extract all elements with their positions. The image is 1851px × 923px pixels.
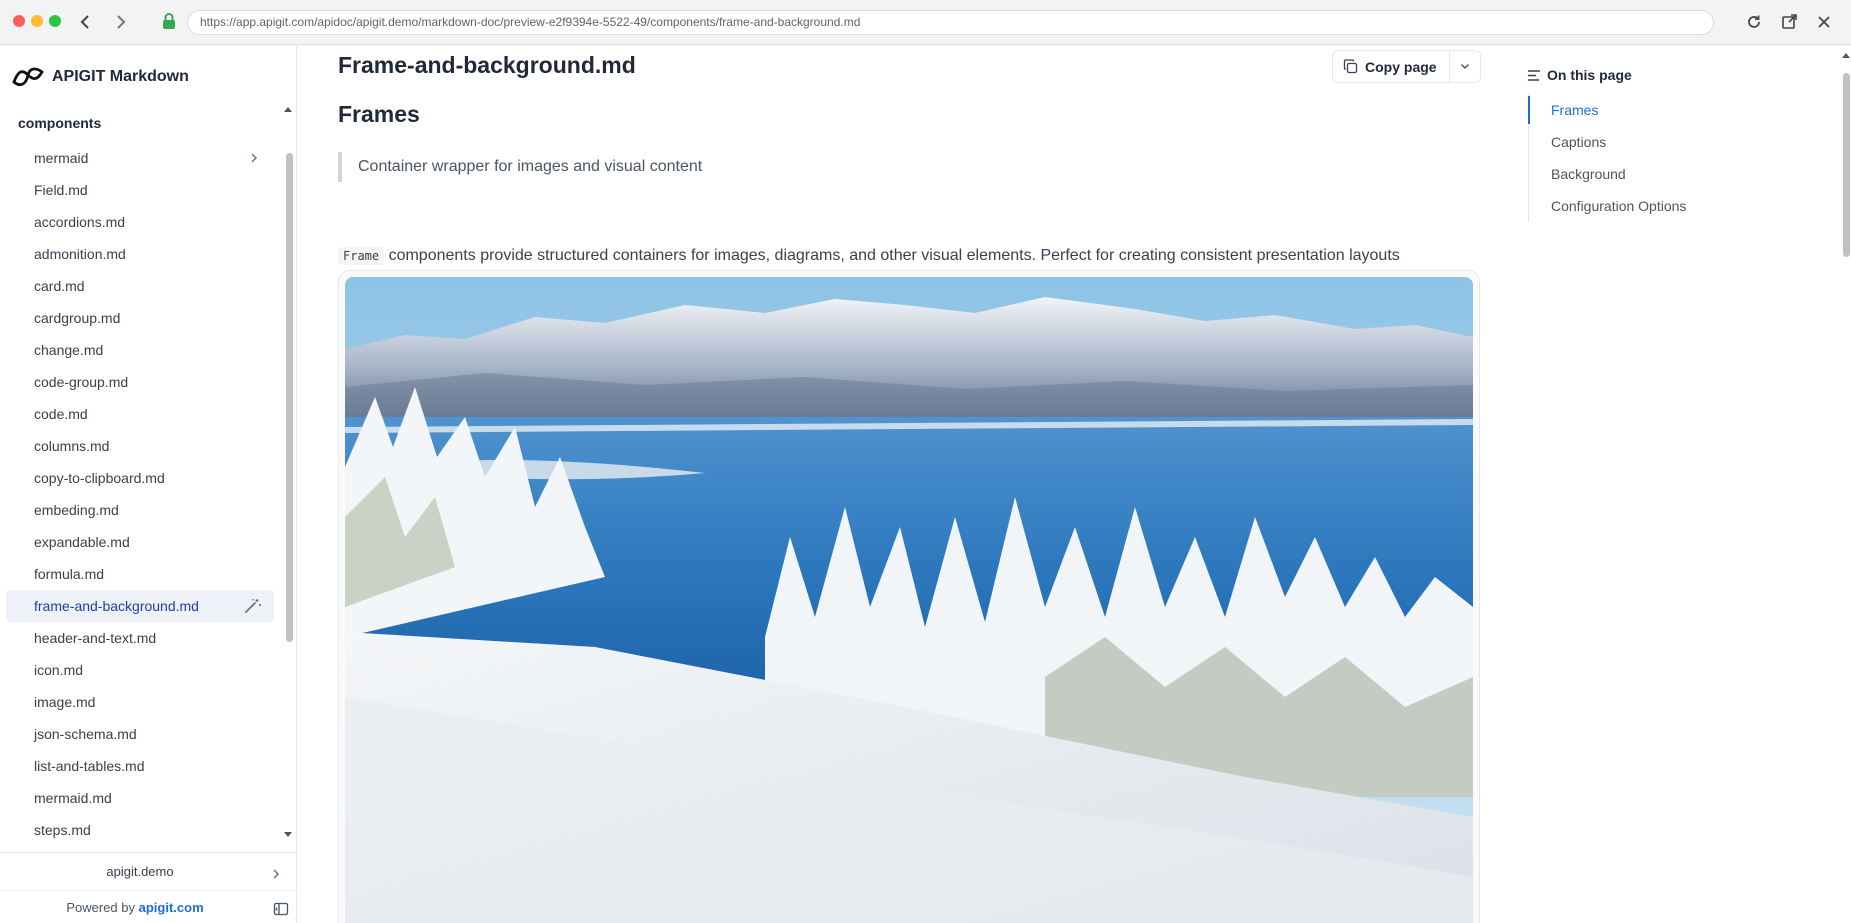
sidebar-item-mermaid-folder[interactable]: mermaid: [6, 142, 274, 174]
sidebar-item-code[interactable]: code.md: [6, 398, 274, 430]
divider: [0, 890, 297, 891]
copy-page-label: Copy page: [1365, 58, 1437, 75]
reload-icon[interactable]: [1742, 10, 1766, 34]
sidebar-item-code-group[interactable]: code-group.md: [6, 366, 274, 398]
sidebar-item-card[interactable]: card.md: [6, 270, 274, 302]
back-arrow-icon[interactable]: [72, 9, 98, 35]
powered-by-prefix: Powered by: [66, 900, 135, 915]
sidebar-item-cardgroup[interactable]: cardgroup.md: [6, 302, 274, 334]
inline-code: Frame: [338, 247, 385, 265]
section-heading-frames: Frames: [338, 101, 420, 127]
sidebar-item-change[interactable]: change.md: [6, 334, 274, 366]
sidebar-item-copy-to-clipboard[interactable]: copy-to-clipboard.md: [6, 462, 274, 494]
sidebar-item-label: mermaid: [34, 150, 89, 166]
sidebar-item-mermaid-md[interactable]: mermaid.md: [6, 782, 274, 814]
sidebar-item-json-schema[interactable]: json-schema.md: [6, 718, 274, 750]
sidebar-section-components[interactable]: components: [18, 115, 101, 131]
toc-item-frames[interactable]: Frames: [1528, 94, 1788, 126]
close-icon[interactable]: [1812, 10, 1836, 34]
toc-item-configuration-options[interactable]: Configuration Options: [1529, 190, 1788, 222]
toc-header: On this page: [1528, 64, 1828, 86]
sidebar-scroll-down-arrow[interactable]: [284, 832, 292, 837]
sidebar-scrollbar-thumb[interactable]: [286, 153, 293, 642]
powered-by-link[interactable]: apigit.com: [139, 900, 204, 915]
page-scroll-up-arrow[interactable]: [1842, 53, 1850, 58]
copy-page-button[interactable]: Copy page: [1333, 51, 1450, 82]
window-maximize-dot[interactable]: [49, 15, 61, 27]
magic-wand-icon[interactable]: [244, 598, 262, 614]
list-icon: [1528, 69, 1540, 81]
divider: [0, 852, 297, 853]
address-bar[interactable]: https://app.apigit.com/apidoc/apigit.dem…: [187, 10, 1714, 35]
sidebar-item-list-and-tables[interactable]: list-and-tables.md: [6, 750, 274, 782]
sidebar-item-label: image.md: [34, 694, 96, 710]
sidebar-item-admonition[interactable]: admonition.md: [6, 238, 274, 270]
sidebar-item-label: header-and-text.md: [34, 630, 157, 646]
sidebar-item-embeding[interactable]: embeding.md: [6, 494, 274, 526]
brand-name: APIGIT Markdown: [52, 68, 189, 85]
toc-title: On this page: [1547, 67, 1632, 83]
powered-by: Powered by apigit.com: [0, 900, 270, 915]
sidebar-item-label: json-schema.md: [34, 726, 137, 742]
sidebar-scroll-up-arrow[interactable]: [284, 107, 292, 112]
sidebar-item-label: columns.md: [34, 438, 110, 454]
forward-arrow-icon[interactable]: [108, 9, 134, 35]
sidebar-item-label: change.md: [34, 342, 104, 358]
toc-item-captions[interactable]: Captions: [1529, 126, 1788, 158]
sidebar-item-label: mermaid.md: [34, 790, 112, 806]
sidebar: APIGIT Markdown components mermaid Field…: [0, 46, 297, 923]
open-external-icon[interactable]: [1777, 10, 1801, 34]
sidebar-item-label: icon.md: [34, 662, 84, 678]
sidebar-item-steps[interactable]: steps.md: [6, 814, 274, 846]
copy-page-dropdown[interactable]: [1450, 51, 1480, 82]
copy-page-group: Copy page: [1332, 50, 1481, 83]
sidebar-item-accordions[interactable]: accordions.md: [6, 206, 274, 238]
sidebar-item-label: Field.md: [34, 182, 88, 198]
org-name: apigit.demo: [106, 864, 174, 879]
sidebar-item-label: list-and-tables.md: [34, 758, 145, 774]
chevron-right-icon: [273, 869, 280, 879]
apigit-logo-icon: [12, 67, 44, 87]
lock-icon: [162, 12, 180, 32]
sidebar-nav-list: mermaid Field.md accordions.md admonitio…: [6, 142, 274, 846]
sidebar-item-frame-and-background[interactable]: frame-and-background.md: [6, 590, 274, 622]
window-close-dot[interactable]: [13, 15, 25, 27]
sidebar-item-image[interactable]: image.md: [6, 686, 274, 718]
sidebar-item-label: expandable.md: [34, 534, 130, 550]
sidebar-item-label: frame-and-background.md: [34, 598, 199, 614]
page-title: Frame-and-background.md: [338, 52, 636, 78]
sidebar-collapse-icon[interactable]: [273, 901, 289, 917]
window-minimize-dot[interactable]: [31, 15, 43, 27]
org-switcher[interactable]: apigit.demo: [0, 858, 297, 886]
toc-item-background[interactable]: Background: [1529, 158, 1788, 190]
sidebar-item-label: cardgroup.md: [34, 310, 121, 326]
sidebar-item-header-and-text[interactable]: header-and-text.md: [6, 622, 274, 654]
sidebar-item-label: copy-to-clipboard.md: [34, 470, 165, 486]
on-this-page-toc: On this page Frames Captions Background …: [1528, 64, 1828, 222]
sidebar-item-label: accordions.md: [34, 214, 126, 230]
sidebar-item-columns[interactable]: columns.md: [6, 430, 274, 462]
frame-container: [338, 270, 1480, 923]
sidebar-item-expandable[interactable]: expandable.md: [6, 526, 274, 558]
chevron-down-icon: [1460, 64, 1469, 69]
page-scrollbar-thumb[interactable]: [1843, 73, 1850, 257]
toc-list: Frames Captions Background Configuration…: [1528, 94, 1788, 222]
sidebar-item-label: embeding.md: [34, 502, 119, 518]
sidebar-item-label: code.md: [34, 406, 88, 422]
landscape-image: [345, 277, 1473, 923]
sidebar-item-label: code-group.md: [34, 374, 129, 390]
sidebar-item-icon[interactable]: icon.md: [6, 654, 274, 686]
brand[interactable]: APIGIT Markdown: [12, 62, 189, 92]
blockquote: Container wrapper for images and visual …: [338, 152, 702, 182]
sidebar-item-formula[interactable]: formula.md: [6, 558, 274, 590]
copy-icon: [1343, 59, 1358, 74]
chevron-right-icon: [251, 153, 258, 163]
browser-toolbar: https://app.apigit.com/apidoc/apigit.dem…: [0, 0, 1851, 45]
sidebar-item-field[interactable]: Field.md: [6, 174, 274, 206]
sidebar-item-label: formula.md: [34, 566, 105, 582]
sidebar-item-label: steps.md: [34, 822, 91, 838]
sidebar-item-label: admonition.md: [34, 246, 126, 262]
sidebar-item-label: card.md: [34, 278, 85, 294]
